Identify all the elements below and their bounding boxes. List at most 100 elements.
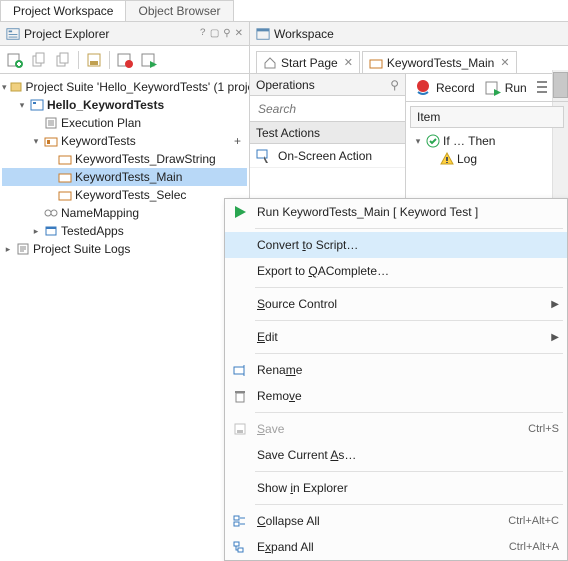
project-tree[interactable]: ▾ Project Suite 'Hello_KeywordTests' (1 p… (0, 74, 249, 262)
tab-kt-main[interactable]: KeywordTests_Main ✕ (362, 51, 517, 73)
tree-label: KeywordTests_DrawString (75, 150, 216, 168)
kt-item-icon (58, 170, 72, 184)
pin-button[interactable]: ⚲ (223, 28, 230, 40)
ctx-label: Rename (257, 363, 559, 377)
tab-object-browser[interactable]: Object Browser (125, 0, 233, 21)
help-button[interactable]: ? (200, 28, 206, 40)
project-explorer-pane: Project Explorer ? ▢ ⚲ ✕ ▾Project Suite … (0, 22, 250, 543)
tree-logs-row[interactable]: ▸Project Suite Logs (2, 240, 247, 258)
tree-label: TestedApps (61, 222, 124, 240)
expand-icon[interactable]: ▾ (2, 81, 7, 93)
tree-label: KeywordTests_Selec (75, 186, 186, 204)
tree-suite-row[interactable]: ▾ Project Suite 'Hello_KeywordTests' (1 p… (2, 78, 247, 96)
copy-button[interactable] (28, 49, 50, 71)
ctx-expand-all[interactable]: Expand All Ctrl+Alt+A (225, 534, 567, 560)
ctx-save-as[interactable]: Save Current As… (225, 442, 567, 468)
ctx-remove[interactable]: Remove (225, 383, 567, 409)
item-log-row[interactable]: Log (412, 150, 562, 168)
category-label: Test Actions (256, 126, 320, 140)
header-label: Item (417, 110, 440, 124)
tree-kt-draw-row[interactable]: KeywordTests_DrawString (2, 150, 247, 168)
tree-namemapping-row[interactable]: NameMapping (2, 204, 247, 222)
workspace-icon (256, 27, 270, 41)
save-button[interactable] (83, 49, 105, 71)
ctx-label: Edit (257, 330, 551, 344)
ctx-label: Save Current As… (257, 448, 559, 462)
ctx-source-control[interactable]: Source Control ▶ (225, 291, 567, 317)
collapse-icon (233, 514, 247, 528)
copy2-button[interactable] (52, 49, 74, 71)
close-button[interactable]: ✕ (235, 28, 243, 40)
run-button[interactable] (138, 49, 160, 71)
ctx-edit[interactable]: Edit ▶ (225, 324, 567, 350)
tab-start-page[interactable]: Start Page ✕ (256, 51, 360, 73)
item-tree[interactable]: ▾If … Then Log (406, 132, 568, 168)
editor-toolbar: Record Run (406, 74, 568, 102)
operation-onscreen-action[interactable]: On-Screen Action (250, 144, 405, 168)
operations-search-row (250, 96, 405, 122)
expand-icon[interactable]: ▸ (2, 243, 14, 255)
tree-kt-main-row[interactable]: KeywordTests_Main (2, 168, 247, 186)
ctx-rename[interactable]: Rename (225, 357, 567, 383)
ctx-shortcut: Ctrl+Alt+C (508, 515, 559, 527)
workspace-header: Workspace (250, 22, 568, 46)
separator (255, 504, 563, 505)
ctx-collapse-all[interactable]: Collapse All Ctrl+Alt+C (225, 508, 567, 534)
tree-label: Execution Plan (61, 114, 141, 132)
close-icon[interactable]: ✕ (344, 56, 353, 69)
add-icon[interactable]: + (234, 132, 241, 150)
ctx-convert-to-script[interactable]: Convert to Script… (225, 232, 567, 258)
item-column-header[interactable]: Item (410, 106, 564, 128)
separator (255, 353, 563, 354)
testedapps-icon (44, 224, 58, 238)
pin-icon[interactable]: ⚲ (390, 78, 399, 92)
item-ifthen-row[interactable]: ▾If … Then (412, 132, 562, 150)
play-icon (233, 205, 247, 219)
ctx-shortcut: Ctrl+S (528, 423, 559, 435)
ctx-save: Save Ctrl+S (225, 416, 567, 442)
record-button[interactable]: Record (414, 79, 475, 97)
new-item-button[interactable] (4, 49, 26, 71)
tree-testedapps-row[interactable]: ▸ TestedApps (2, 222, 247, 240)
expand-icon[interactable]: ▸ (30, 225, 42, 237)
ctx-export-qacomplete[interactable]: Export to QAComplete… (225, 258, 567, 284)
suite-icon (9, 80, 23, 94)
home-icon (263, 56, 277, 70)
dock-button[interactable]: ▢ (210, 28, 219, 40)
ctx-show-in-explorer[interactable]: Show in Explorer (225, 475, 567, 501)
record-icon (414, 79, 432, 97)
operation-label: On-Screen Action (278, 149, 372, 163)
ctx-label: Collapse All (257, 514, 508, 528)
separator (255, 471, 563, 472)
ctx-run[interactable]: Run KeywordTests_Main [ Keyword Test ] (225, 199, 567, 225)
kt-item-icon (369, 56, 383, 70)
expand-icon[interactable]: ▾ (16, 99, 28, 111)
tree-project-row[interactable]: ▾Hello_KeywordTests (2, 96, 247, 114)
tree-label: Project Suite 'Hello_KeywordTests' (1 pr… (26, 78, 250, 96)
panel-title: Workspace (274, 27, 562, 41)
record-button[interactable] (114, 49, 136, 71)
expand-icon[interactable]: ▾ (30, 135, 42, 147)
separator (255, 320, 563, 321)
cursor-icon (256, 148, 272, 164)
tree-kt-select-row[interactable]: KeywordTests_Selec (2, 186, 247, 204)
close-icon[interactable]: ✕ (500, 56, 509, 69)
separator (255, 287, 563, 288)
menu-icon[interactable] (537, 77, 547, 99)
search-input[interactable] (256, 101, 406, 117)
ctx-label: Show in Explorer (257, 481, 559, 495)
save-icon (233, 422, 247, 436)
project-icon (30, 98, 44, 112)
ctx-label: Export to QAComplete… (257, 264, 559, 278)
run-button[interactable]: Run (485, 80, 527, 96)
expand-icon[interactable]: ▾ (412, 135, 424, 147)
operations-header: Operations ⚲ (250, 74, 405, 96)
rename-icon (233, 363, 247, 377)
separator (255, 412, 563, 413)
tab-project-workspace[interactable]: Project Workspace (0, 0, 126, 21)
tree-execution-plan-row[interactable]: Execution Plan (2, 114, 247, 132)
operations-category[interactable]: Test Actions (250, 122, 405, 144)
app-top-tabs: Project Workspace Object Browser (0, 0, 568, 22)
item-label: Log (457, 150, 477, 168)
tree-keywordtests-row[interactable]: ▾KeywordTests+ (2, 132, 247, 150)
